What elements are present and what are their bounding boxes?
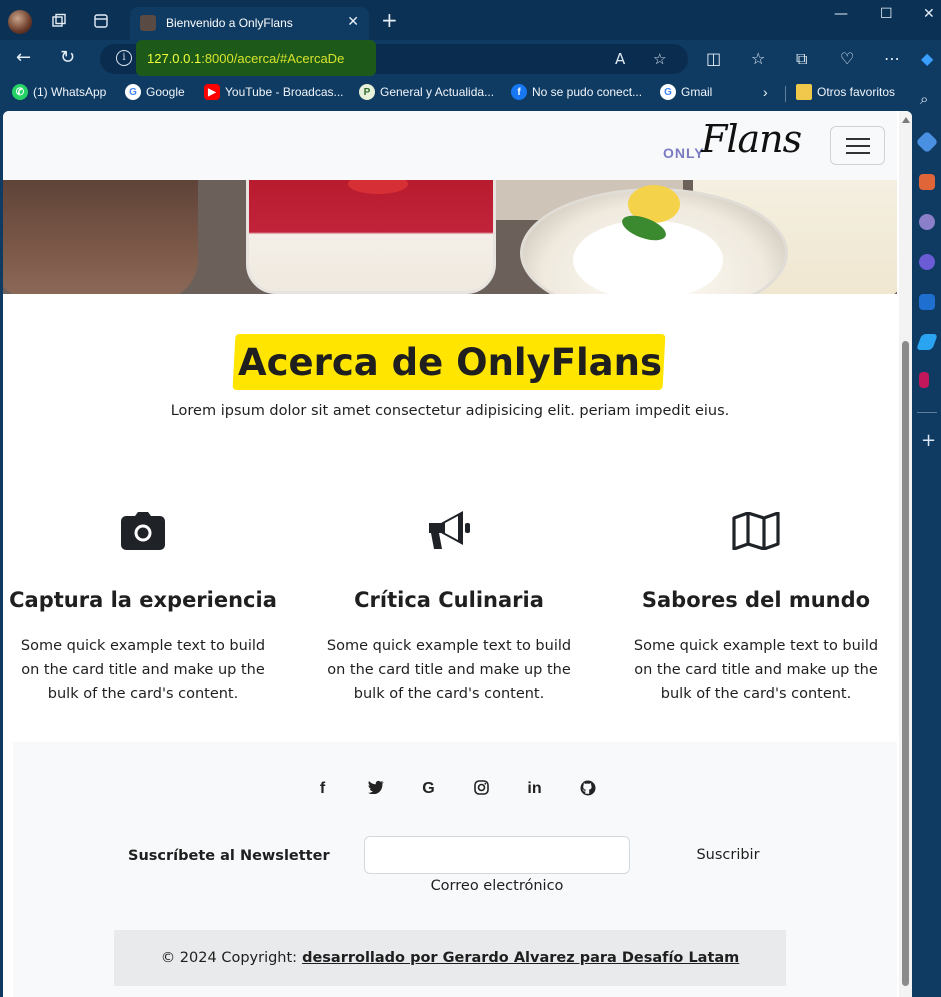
outlook-icon[interactable] [919,294,935,310]
close-window-icon[interactable]: ✕ [923,6,935,22]
google-icon: G [660,84,676,100]
navbar-toggler-button[interactable] [830,126,885,165]
twitter-icon[interactable] [349,780,402,801]
facebook-icon[interactable]: f [296,780,349,801]
google-icon[interactable]: G [402,780,455,801]
copyright-link[interactable]: desarrollado por Gerardo Alvarez para De… [302,950,739,966]
more-menu-icon[interactable]: ⋯ [884,49,900,68]
maximize-icon[interactable]: ☐ [880,6,893,22]
bookmark-general[interactable]: P General y Actualida... [359,84,494,100]
copilot-sidebar-icon[interactable] [919,254,935,270]
bookmarks-divider [785,86,786,102]
page-subtitle: Lorem ipsum dolor sit amet consectetur a… [170,403,730,419]
linkedin-icon[interactable]: in [508,780,561,801]
instagram-icon[interactable] [455,780,508,801]
profile-avatar[interactable] [8,10,32,34]
site-navbar: ONLY Flans [3,111,897,180]
refresh-icon[interactable]: ↻ [60,48,75,68]
read-aloud-icon[interactable]: A [615,50,625,68]
google-icon: G [125,84,141,100]
shopping-icon[interactable] [915,130,939,154]
new-tab-icon[interactable]: + [381,10,398,30]
tab-title: Bienvenido a OnlyFlans [166,16,293,30]
page-scrollbar[interactable] [899,111,912,997]
edge-sidebar: ⌕ + [912,78,941,997]
feature-card: Sabores del mundo Some quick example tex… [616,506,896,706]
bookmark-gmail[interactable]: G Gmail [660,84,712,100]
send-icon[interactable] [916,334,938,350]
split-screen-icon[interactable]: ◫ [706,49,721,68]
add-icon[interactable]: + [921,430,936,451]
whatsapp-icon: ✆ [12,84,28,100]
search-icon[interactable]: ⌕ [920,90,928,108]
feature-text: Some quick example text to build on the … [326,638,572,702]
site-info-icon[interactable]: i [116,50,132,66]
bookmark-youtube[interactable]: ▶ YouTube - Broadcas... [204,84,344,100]
favorites-icon[interactable]: ☆ [751,49,765,68]
feature-text: Some quick example text to build on the … [20,638,266,702]
feature-title: Captura la experiencia [9,588,277,612]
megaphone-icon [309,506,589,556]
newsletter-label: Suscríbete al Newsletter [128,848,330,864]
site-footer: f G in Suscríbete al Newsletter Correo e… [13,742,897,997]
scrollbar-thumb[interactable] [902,341,909,986]
browser-titlebar: Bienvenido a OnlyFlans ✕ + — ☐ ✕ [0,0,941,40]
youtube-icon: ▶ [204,84,220,100]
active-tab[interactable]: Bienvenido a OnlyFlans ✕ [130,7,369,40]
bookmarks-bar: ✆ (1) WhatsApp G Google ▶ YouTube - Broa… [0,78,941,108]
feature-title: Sabores del mundo [641,588,871,612]
email-field[interactable] [364,836,630,874]
bookmark-facebook[interactable]: f No se pudo conect... [511,84,642,100]
feature-card: Crítica Culinaria Some quick example tex… [309,506,589,706]
bookmark-google[interactable]: G Google [125,84,185,100]
minimize-icon[interactable]: — [834,6,848,22]
subscribe-button[interactable]: Suscribir [683,836,773,874]
github-icon[interactable] [561,780,614,801]
collections-icon[interactable]: ⧉ [796,49,807,69]
feature-title: Crítica Culinaria [354,588,544,612]
close-tab-icon[interactable]: ✕ [347,14,359,30]
email-help-text: Correo electrónico [430,878,564,894]
social-links: f G in [13,780,897,801]
favorite-star-icon[interactable]: ☆ [653,50,666,68]
facebook-icon: f [511,84,527,100]
site-logo[interactable]: ONLY Flans [663,117,813,171]
browser-essentials-icon[interactable]: ♡ [840,49,854,68]
copyright-text: © 2024 Copyright: [160,950,298,966]
other-favorites-folder[interactable]: Otros favoritos [796,84,895,100]
copilot-icon[interactable]: ◆ [921,49,933,68]
camera-icon [3,506,283,556]
people-icon[interactable] [919,214,935,230]
tools-icon[interactable] [919,174,935,190]
back-icon[interactable]: ← [16,48,31,68]
feature-text: Some quick example text to build on the … [633,638,879,702]
feature-card: Captura la experiencia Some quick exampl… [3,506,283,706]
page-title: Acerca de OnlyFlans [237,341,663,384]
map-icon [616,506,896,556]
news-icon: P [359,84,375,100]
tab-favicon [140,15,156,31]
copyright-bar: © 2024 Copyright: desarrollado por Gerar… [114,930,786,986]
page-viewport: ONLY Flans Acerca de OnlyFlans Lorem ips… [3,111,912,997]
hamburger-icon [846,138,870,140]
chevron-right-icon[interactable]: › [763,84,768,100]
address-row: ← ↻ i 127.0.0.1:8000/acerca/#AcercaDe A … [0,40,941,78]
sidebar-divider [917,412,937,413]
address-bar[interactable]: i 127.0.0.1:8000/acerca/#AcercaDe A ☆ [100,40,688,76]
bookmark-whatsapp[interactable]: ✆ (1) WhatsApp [12,84,106,100]
hero-banner-image [3,180,897,294]
folder-icon [796,84,812,100]
app-icon[interactable] [919,372,929,388]
tab-actions-icon[interactable] [92,12,110,30]
url-text[interactable]: 127.0.0.1:8000/acerca/#AcercaDe [147,51,344,66]
workspaces-icon[interactable] [50,12,68,30]
scroll-up-arrow[interactable] [902,117,910,123]
